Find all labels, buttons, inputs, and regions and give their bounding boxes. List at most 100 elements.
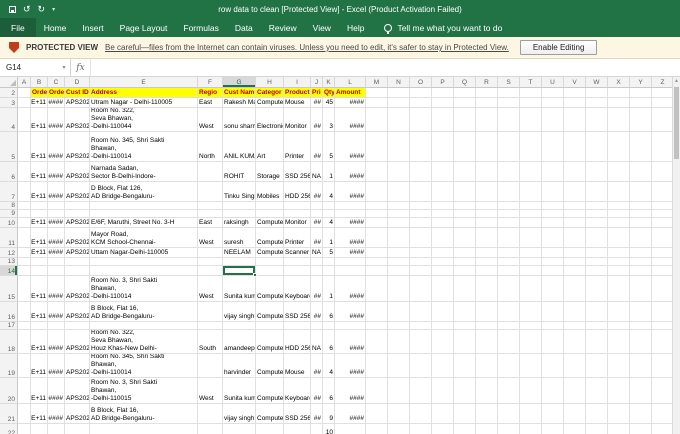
cell-C4[interactable]: ##### xyxy=(48,108,65,132)
cell-R22[interactable] xyxy=(476,424,498,434)
cell-R18[interactable] xyxy=(476,330,498,354)
cell-R14[interactable] xyxy=(476,266,498,276)
cell-P16[interactable] xyxy=(432,302,454,322)
cell-D16[interactable]: APS202 xyxy=(65,302,90,322)
cell-E22[interactable] xyxy=(90,424,198,434)
cell-F15[interactable]: West xyxy=(198,276,223,302)
cell-O12[interactable] xyxy=(410,248,432,258)
cell-N17[interactable] xyxy=(388,322,410,330)
cell-U16[interactable] xyxy=(542,302,564,322)
cell-A9[interactable] xyxy=(18,210,31,218)
cell-M6[interactable] xyxy=(366,162,388,182)
cell-Q11[interactable] xyxy=(454,228,476,248)
col-header-I[interactable]: I xyxy=(284,77,311,87)
col-header-F[interactable]: F xyxy=(198,77,223,87)
cell-K21[interactable]: 9 xyxy=(323,404,335,424)
cell-C18[interactable]: ##### xyxy=(48,330,65,354)
cell-P21[interactable] xyxy=(432,404,454,424)
cell-R8[interactable] xyxy=(476,202,498,210)
cell-P8[interactable] xyxy=(432,202,454,210)
cell-W9[interactable] xyxy=(586,210,608,218)
cell-S17[interactable] xyxy=(498,322,520,330)
cell-K19[interactable]: 4 xyxy=(323,354,335,378)
cell-C3[interactable]: ##### xyxy=(48,98,65,108)
cell-P20[interactable] xyxy=(432,378,454,404)
cell-K7[interactable]: 4 xyxy=(323,182,335,202)
tab-data[interactable]: Data xyxy=(227,18,261,37)
tab-home[interactable]: Home xyxy=(36,18,75,37)
cell-E4[interactable]: Room No. 322, Seva Bhawan, -Delhi-110044 xyxy=(90,108,198,132)
cell-G6[interactable]: ROHIT xyxy=(223,162,256,182)
qat-dropdown-icon[interactable]: ▾ xyxy=(52,6,55,13)
cell-V12[interactable] xyxy=(564,248,586,258)
col-header-J[interactable]: J xyxy=(311,77,323,87)
cell-Z14[interactable] xyxy=(652,266,674,276)
cell-Y20[interactable] xyxy=(630,378,652,404)
cell-A17[interactable] xyxy=(18,322,31,330)
cell-E7[interactable]: D Block, Flat 126, AD Bridge-Bengaluru- xyxy=(90,182,198,202)
cell-W7[interactable] xyxy=(586,182,608,202)
cell-F12[interactable] xyxy=(198,248,223,258)
cell-F2[interactable]: Regio xyxy=(198,88,223,98)
cell-E14[interactable] xyxy=(90,266,198,276)
cell-N8[interactable] xyxy=(388,202,410,210)
cell-H16[interactable]: Computer xyxy=(256,302,284,322)
cell-F13[interactable] xyxy=(198,258,223,266)
cell-R21[interactable] xyxy=(476,404,498,424)
cell-J22[interactable] xyxy=(311,424,323,434)
col-header-H[interactable]: H xyxy=(256,77,284,87)
col-header-B[interactable]: B xyxy=(31,77,48,87)
cell-B16[interactable]: 2E+11 xyxy=(31,302,48,322)
cell-F11[interactable]: West xyxy=(198,228,223,248)
cell-R17[interactable] xyxy=(476,322,498,330)
cell-G12[interactable]: NEELAM xyxy=(223,248,256,258)
cell-Y8[interactable] xyxy=(630,202,652,210)
cell-C6[interactable]: ##### xyxy=(48,162,65,182)
cell-Y6[interactable] xyxy=(630,162,652,182)
cell-V6[interactable] xyxy=(564,162,586,182)
cell-X2[interactable] xyxy=(608,88,630,98)
undo-icon[interactable]: ↺ xyxy=(23,4,31,14)
cell-P11[interactable] xyxy=(432,228,454,248)
cell-B21[interactable]: 2E+11 xyxy=(31,404,48,424)
cell-A20[interactable] xyxy=(18,378,31,404)
cell-S19[interactable] xyxy=(498,354,520,378)
cell-B13[interactable] xyxy=(31,258,48,266)
cell-T9[interactable] xyxy=(520,210,542,218)
cell-E18[interactable]: Room No. 322, Seva Bhawan, Houz Khas-New… xyxy=(90,330,198,354)
cell-Y12[interactable] xyxy=(630,248,652,258)
cell-P9[interactable] xyxy=(432,210,454,218)
cell-L6[interactable]: #### xyxy=(335,162,366,182)
cell-D3[interactable]: APS202 xyxy=(65,98,90,108)
cell-Z2[interactable] xyxy=(652,88,674,98)
cell-M18[interactable] xyxy=(366,330,388,354)
col-header-Z[interactable]: Z xyxy=(652,77,674,87)
cell-T13[interactable] xyxy=(520,258,542,266)
name-box-dropdown-icon[interactable]: ▾ xyxy=(58,59,71,76)
cell-D7[interactable]: APS202 xyxy=(65,182,90,202)
cell-Y18[interactable] xyxy=(630,330,652,354)
cell-G3[interactable]: Rakesh Mal xyxy=(223,98,256,108)
cell-K17[interactable] xyxy=(323,322,335,330)
cell-X6[interactable] xyxy=(608,162,630,182)
col-header-K[interactable]: K xyxy=(323,77,335,87)
cell-T15[interactable] xyxy=(520,276,542,302)
cell-H15[interactable]: Computer xyxy=(256,276,284,302)
cell-L12[interactable]: #### xyxy=(335,248,366,258)
cell-E20[interactable]: Room No. 3, Shri Sakti Bhawan, -Delhi-11… xyxy=(90,378,198,404)
cell-K22[interactable]: 10 xyxy=(323,424,335,434)
cell-W5[interactable] xyxy=(586,132,608,162)
cell-Q3[interactable] xyxy=(454,98,476,108)
cell-D4[interactable]: APS202 xyxy=(65,108,90,132)
cell-I12[interactable]: Scanner xyxy=(284,248,311,258)
cell-I5[interactable]: Printer xyxy=(284,132,311,162)
col-header-L[interactable]: L xyxy=(335,77,366,87)
cell-O7[interactable] xyxy=(410,182,432,202)
cell-R4[interactable] xyxy=(476,108,498,132)
cell-V11[interactable] xyxy=(564,228,586,248)
cell-V2[interactable] xyxy=(564,88,586,98)
cell-L10[interactable]: #### xyxy=(335,218,366,228)
cell-G22[interactable] xyxy=(223,424,256,434)
cell-O15[interactable] xyxy=(410,276,432,302)
cell-X5[interactable] xyxy=(608,132,630,162)
